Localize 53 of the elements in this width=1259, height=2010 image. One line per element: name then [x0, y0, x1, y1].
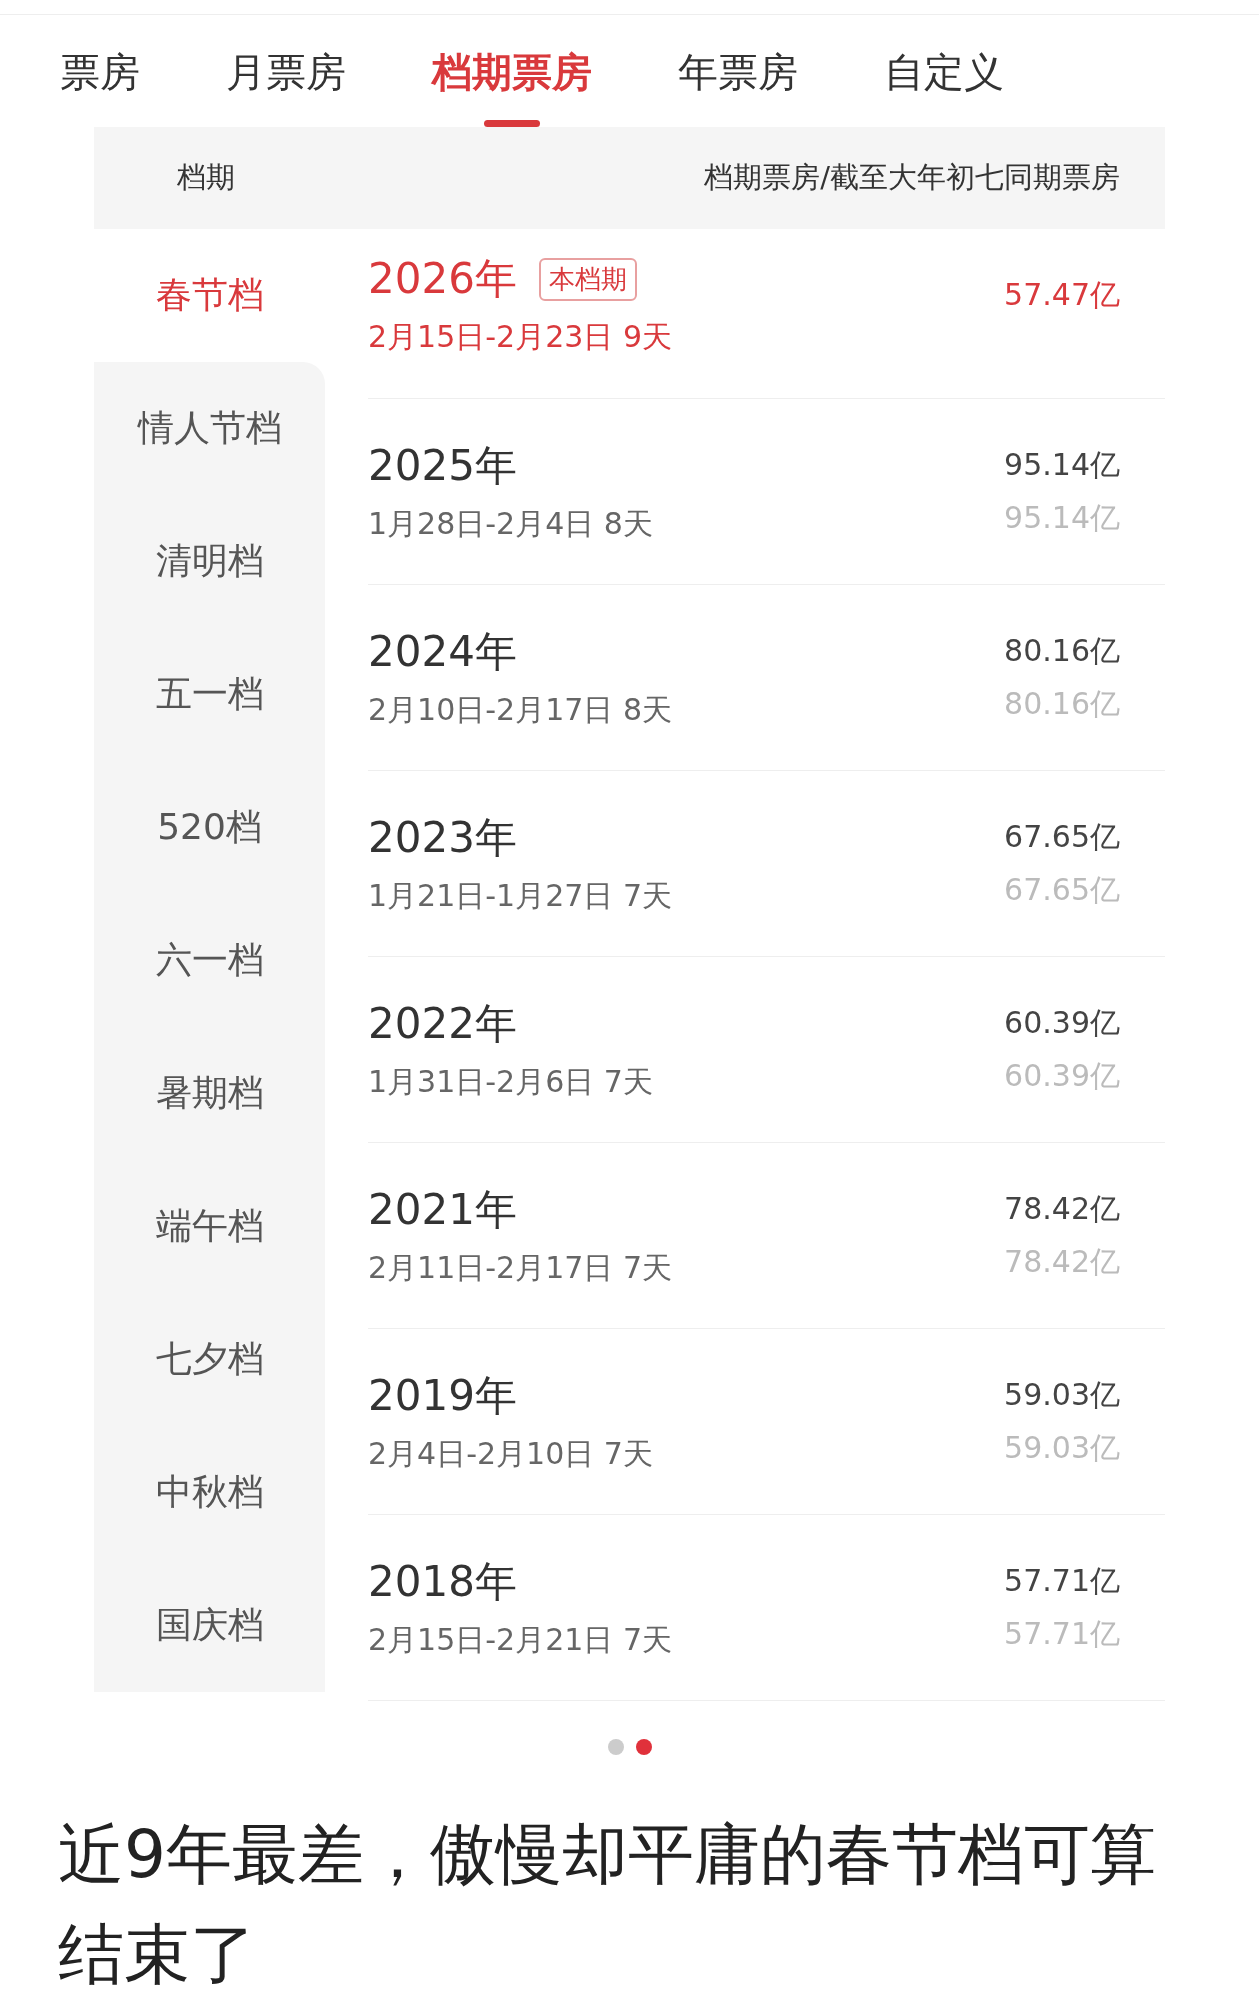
box-office-value: 60.39亿 [1004, 1003, 1120, 1042]
year-label: 2019年 [368, 1370, 517, 1422]
sidebar-item[interactable]: 520档 [94, 761, 325, 894]
date-range: 2月15日-2月23日 9天 [368, 318, 672, 356]
box-office-value: 78.42亿 [1004, 1189, 1120, 1228]
sidebar-item[interactable]: 国庆档 [94, 1559, 325, 1692]
sidebar-item[interactable]: 五一档 [94, 628, 325, 761]
column-header: 档期票房/截至大年初七同期票房 [704, 159, 1120, 196]
date-range: 2月11日-2月17日 7天 [368, 1249, 672, 1287]
year-label: 2024年 [368, 626, 517, 678]
sidebar-item[interactable]: 中秋档 [94, 1426, 325, 1559]
tab[interactable]: 档期票房 [432, 15, 592, 127]
page-dot[interactable] [607, 1739, 624, 1755]
box-office-value: 57.71亿 [1004, 1561, 1120, 1600]
box-office-value: 59.03亿 [1004, 1375, 1120, 1414]
box-office-value: 67.65亿 [1004, 817, 1120, 856]
page-dot[interactable] [635, 1739, 652, 1755]
sidebar-item[interactable]: 七夕档 [94, 1293, 325, 1426]
sidebar-item[interactable]: 六一档 [94, 894, 325, 1027]
box-office-value: 80.16亿 [1004, 684, 1120, 723]
year-label: 2025年 [368, 440, 517, 492]
selected-tab-indicator [484, 120, 540, 127]
date-range: 1月31日-2月6日 7天 [368, 1063, 653, 1101]
sidebar-item[interactable]: 端午档 [94, 1160, 325, 1293]
tab[interactable]: 自定义 [884, 15, 1004, 127]
box-office-value: 80.16亿 [1004, 631, 1120, 670]
box-office-value: 67.65亿 [1004, 870, 1120, 909]
sidebar-item[interactable]: 暑期档 [94, 1027, 325, 1160]
column-header: 档期 [177, 159, 235, 196]
box-office-value: 95.14亿 [1004, 445, 1120, 484]
box-office-value: 95.14亿 [1004, 498, 1120, 537]
caption: 近9年最差，傲慢却平庸的春节档可算结束了 [57, 1815, 1157, 1995]
box-office-value: 78.42亿 [1004, 1242, 1120, 1281]
year-label: 2021年 [368, 1184, 517, 1236]
date-range: 1月21日-1月27日 7天 [368, 877, 672, 915]
sidebar-item[interactable]: 清明档 [94, 495, 325, 628]
tab[interactable]: 票房 [60, 15, 140, 127]
box-office-value: 60.39亿 [1004, 1056, 1120, 1095]
date-range: 2月15日-2月21日 7天 [368, 1621, 672, 1659]
current-period-tag: 本档期 [538, 257, 637, 301]
date-range: 1月28日-2月4日 8天 [368, 505, 653, 543]
box-office-value: 59.03亿 [1004, 1428, 1120, 1467]
box-office-value: 57.47亿 [1004, 276, 1120, 314]
year-label: 2022年 [368, 998, 517, 1050]
year-label: 2026年 [368, 253, 517, 305]
tab[interactable]: 年票房 [678, 15, 798, 127]
year-label: 2023年 [368, 812, 517, 864]
box-office-value: 57.71亿 [1004, 1614, 1120, 1653]
sidebar-item[interactable]: 情人节档 [94, 362, 325, 495]
year-label: 2018年 [368, 1556, 517, 1608]
date-range: 2月4日-2月10日 7天 [368, 1435, 653, 1473]
tab[interactable]: 月票房 [226, 15, 346, 127]
date-range: 2月10日-2月17日 8天 [368, 691, 672, 729]
